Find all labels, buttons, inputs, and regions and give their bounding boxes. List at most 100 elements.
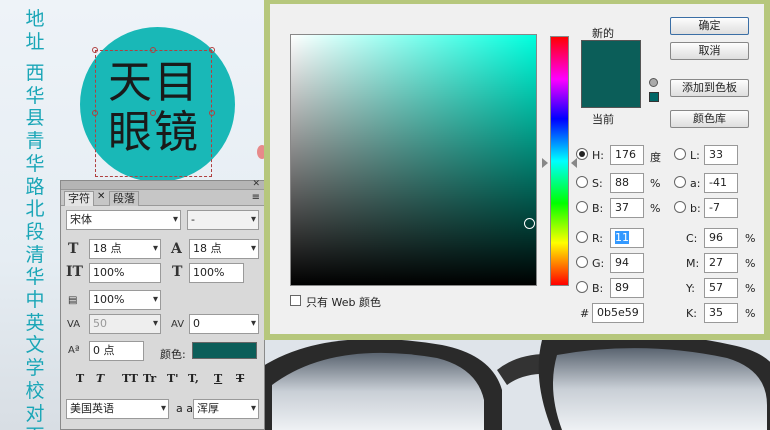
kerning-scale-icon: ▤ xyxy=(68,295,78,306)
panel-menu-icon[interactable]: ≡ xyxy=(252,192,260,203)
transform-handle[interactable] xyxy=(209,47,215,53)
hex-field[interactable]: 0b5e59 xyxy=(592,303,644,323)
y-unit: % xyxy=(745,282,756,295)
radio-s[interactable] xyxy=(576,176,588,188)
gamut-warning-icon[interactable] xyxy=(649,78,658,87)
web-safe-swatch[interactable] xyxy=(649,92,659,102)
g-field[interactable]: 94 xyxy=(610,253,644,273)
leading-icon: A xyxy=(171,241,182,257)
current-color-label: 当前 xyxy=(592,113,614,126)
chevron-down-icon: ▾ xyxy=(250,403,256,414)
web-colors-only-checkbox[interactable] xyxy=(290,295,301,306)
font-style-select[interactable]: - ▾ xyxy=(187,210,259,230)
hue-slider-handle-left[interactable] xyxy=(542,158,548,168)
radio-a[interactable] xyxy=(674,176,686,188)
ok-button[interactable]: 确定 xyxy=(670,17,749,35)
add-to-swatches-button[interactable]: 添加到色板 xyxy=(670,79,749,97)
text-color-swatch[interactable] xyxy=(192,342,257,359)
hue-slider-handle-right[interactable] xyxy=(571,158,577,168)
small-caps-button[interactable]: Tr xyxy=(143,372,156,385)
chevron-down-icon: ▾ xyxy=(160,403,166,414)
k-field[interactable]: 35 xyxy=(704,303,738,323)
tab-character[interactable]: 字符 xyxy=(64,191,94,206)
l-value: 33 xyxy=(709,148,723,161)
antialias-select[interactable]: 浑厚 ▾ xyxy=(193,399,259,419)
radio-l[interactable] xyxy=(674,148,686,160)
y-value: 57 xyxy=(709,281,723,294)
tab-close-icon[interactable]: ✕ xyxy=(97,191,105,202)
language-select[interactable]: 美国英语 ▾ xyxy=(66,399,169,419)
font-family-value: 宋体 xyxy=(70,213,92,226)
y-field[interactable]: 57 xyxy=(704,278,738,298)
label-h: H: xyxy=(592,149,604,162)
transform-handle[interactable] xyxy=(150,47,156,53)
label-b-hsb: B: xyxy=(592,202,604,215)
subscript-button[interactable]: T, xyxy=(188,372,199,385)
b-rgb-field[interactable]: 89 xyxy=(610,278,644,298)
tracking-field[interactable]: 0 ▾ xyxy=(189,314,259,334)
b-hsb-field[interactable]: 37 xyxy=(610,198,644,218)
radio-g[interactable] xyxy=(576,256,588,268)
kerning-scale-field[interactable]: 100% ▾ xyxy=(89,290,161,310)
tracking-kerning-field[interactable]: 50 ▾ xyxy=(89,314,161,334)
transform-handle[interactable] xyxy=(92,47,98,53)
hex-value: 0b5e59 xyxy=(597,306,639,319)
radio-h[interactable] xyxy=(576,148,588,160)
s-field[interactable]: 88 xyxy=(610,173,644,193)
radio-r[interactable] xyxy=(576,231,588,243)
r-field[interactable]: 11 xyxy=(610,228,644,248)
strikethrough-button[interactable]: T xyxy=(236,372,244,385)
color-selector-ring[interactable] xyxy=(524,218,535,229)
tracking-kerning-icon: VA xyxy=(67,319,81,330)
font-size-field[interactable]: 18 点 ▾ xyxy=(89,239,161,259)
superscript-button[interactable]: T' xyxy=(167,372,179,385)
c-value: 96 xyxy=(709,231,723,244)
current-color-swatch[interactable] xyxy=(581,74,641,108)
saturation-brightness-field[interactable] xyxy=(290,34,537,286)
leading-field[interactable]: 18 点 ▾ xyxy=(189,239,259,259)
close-icon[interactable]: ✕ xyxy=(252,179,260,189)
font-family-select[interactable]: 宋体 ▾ xyxy=(66,210,181,230)
radio-b-rgb[interactable] xyxy=(576,281,588,293)
transform-handle[interactable] xyxy=(209,110,215,116)
r-value: 11 xyxy=(615,231,629,244)
l-field[interactable]: 33 xyxy=(704,145,738,165)
label-y: Y: xyxy=(686,282,695,295)
all-caps-button[interactable]: TT xyxy=(122,372,138,385)
c-unit: % xyxy=(745,232,756,245)
faux-italic-button[interactable]: T xyxy=(96,372,104,385)
chevron-down-icon: ▾ xyxy=(152,318,158,329)
font-size-value: 18 点 xyxy=(93,242,122,255)
color-libraries-button[interactable]: 颜色库 xyxy=(670,110,749,128)
s-value: 88 xyxy=(615,176,629,189)
horizontal-scale-value: 100% xyxy=(193,266,225,279)
chevron-down-icon: ▾ xyxy=(250,318,256,329)
horizontal-scale-field[interactable]: 100% xyxy=(189,263,244,283)
address-text-vertical: 西华县青华路北段清华中英文学校对面 xyxy=(25,62,45,430)
b-lab-value: -7 xyxy=(709,201,720,214)
baseline-shift-field[interactable]: 0 点 xyxy=(89,341,144,361)
h-field[interactable]: 176 xyxy=(610,145,644,165)
m-unit: % xyxy=(745,257,756,270)
transform-handle[interactable] xyxy=(150,110,156,116)
radio-b-hsb[interactable] xyxy=(576,201,588,213)
a-field[interactable]: -41 xyxy=(704,173,738,193)
b-lab-field[interactable]: -7 xyxy=(704,198,738,218)
c-field[interactable]: 96 xyxy=(704,228,738,248)
h-unit: 度 xyxy=(650,151,661,164)
tracking-value: 0 xyxy=(193,317,200,330)
cancel-button[interactable]: 取消 xyxy=(670,42,749,60)
panel-titlebar[interactable]: ✕ xyxy=(61,179,264,190)
label-b-rgb: B: xyxy=(592,282,604,295)
faux-bold-button[interactable]: T xyxy=(76,372,84,385)
baseline-shift-icon: Aª xyxy=(68,345,80,356)
radio-b-lab[interactable] xyxy=(674,201,686,213)
transform-handle[interactable] xyxy=(92,110,98,116)
underline-button[interactable]: T xyxy=(214,372,222,385)
hue-slider[interactable] xyxy=(550,36,569,286)
b-hsb-unit: % xyxy=(650,202,661,215)
horizontal-scale-icon: T xyxy=(172,264,183,280)
tab-paragraph[interactable]: 段落 xyxy=(109,191,139,206)
vertical-scale-field[interactable]: 100% xyxy=(89,263,161,283)
m-field[interactable]: 27 xyxy=(704,253,738,273)
